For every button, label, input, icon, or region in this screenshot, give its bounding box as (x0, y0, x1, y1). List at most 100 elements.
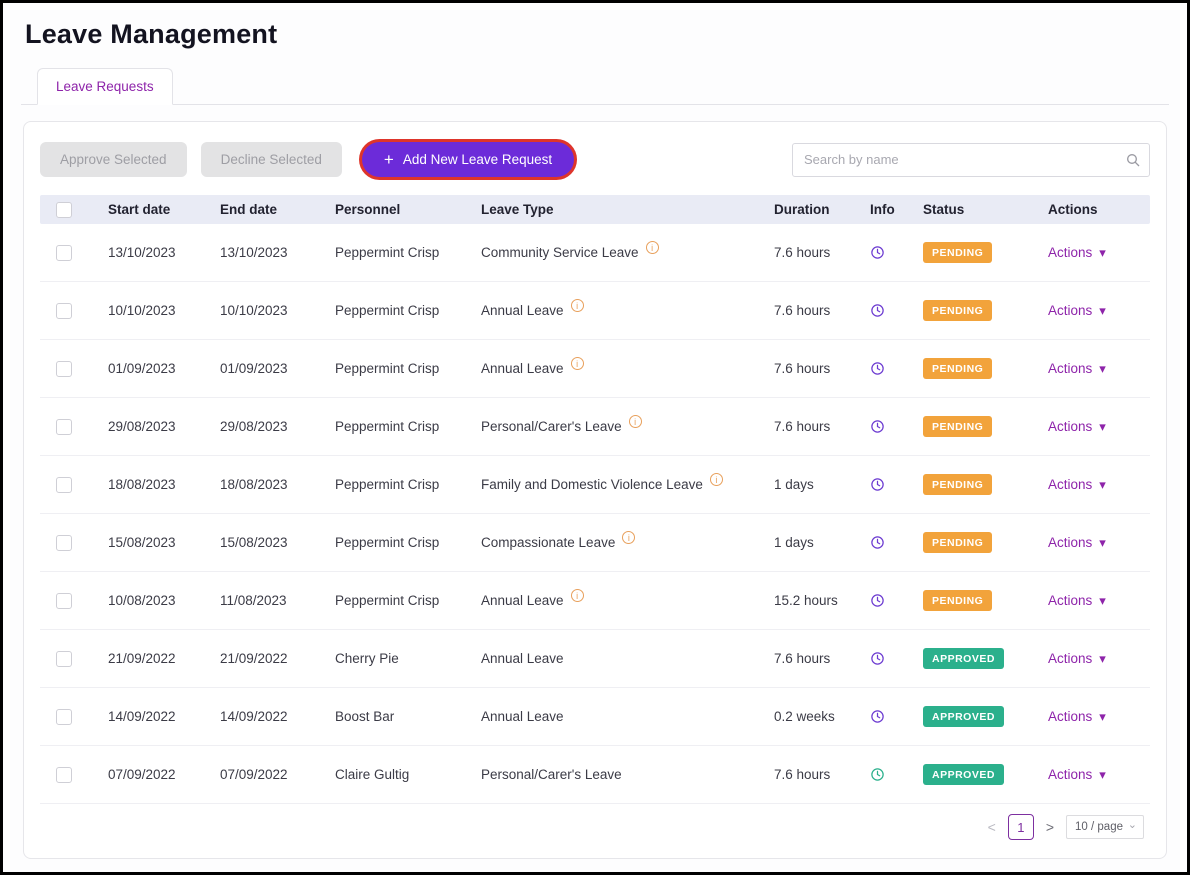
actions-cell: Actions (1048, 361, 1150, 377)
table-row: 18/08/2023 18/08/2023 Peppermint Crisp F… (40, 456, 1150, 514)
status-cell: PENDING (923, 532, 1048, 553)
start-date-cell: 10/08/2023 (108, 593, 220, 608)
header-leave-type: Leave Type (481, 202, 774, 217)
actions-cell: Actions (1048, 651, 1150, 667)
info-icon[interactable] (629, 415, 642, 428)
info-cell (870, 477, 923, 492)
leave-type-cell: Annual Leave (481, 651, 774, 666)
pagination-next-button[interactable]: > (1046, 819, 1054, 835)
leave-type-cell: Annual Leave (481, 303, 774, 318)
clock-icon[interactable] (870, 361, 885, 376)
clock-icon[interactable] (870, 245, 885, 260)
caret-down-icon (1099, 651, 1106, 667)
info-icon[interactable] (646, 241, 659, 254)
row-checkbox-cell (40, 651, 108, 667)
row-checkbox-cell (40, 477, 108, 493)
clock-icon[interactable] (870, 593, 885, 608)
leave-type-text: Family and Domestic Violence Leave (481, 477, 703, 492)
actions-label: Actions (1048, 651, 1092, 666)
start-date-cell: 18/08/2023 (108, 477, 220, 492)
row-checkbox[interactable] (56, 419, 72, 435)
status-cell: APPROVED (923, 764, 1048, 785)
info-cell (870, 419, 923, 434)
row-checkbox[interactable] (56, 361, 72, 377)
row-checkbox[interactable] (56, 767, 72, 783)
end-date-cell: 18/08/2023 (220, 477, 335, 492)
row-checkbox-cell (40, 709, 108, 725)
info-icon[interactable] (571, 589, 584, 602)
actions-dropdown[interactable]: Actions (1048, 245, 1106, 261)
clock-icon[interactable] (870, 535, 885, 550)
add-new-leave-request-button[interactable]: + Add New Leave Request (362, 142, 574, 177)
tab-leave-requests[interactable]: Leave Requests (37, 68, 173, 105)
leave-type-cell: Community Service Leave (481, 245, 774, 260)
approve-selected-button[interactable]: Approve Selected (40, 142, 187, 177)
table-header-row: Start date End date Personnel Leave Type… (40, 195, 1150, 224)
actions-dropdown[interactable]: Actions (1048, 535, 1106, 551)
actions-dropdown[interactable]: Actions (1048, 593, 1106, 609)
clock-icon[interactable] (870, 303, 885, 318)
clock-icon[interactable] (870, 709, 885, 724)
header-duration: Duration (774, 202, 870, 217)
actions-dropdown[interactable]: Actions (1048, 709, 1106, 725)
status-badge: PENDING (923, 590, 992, 611)
search-input[interactable] (792, 143, 1150, 177)
status-badge: APPROVED (923, 648, 1004, 669)
info-icon[interactable] (710, 473, 723, 486)
table-row: 01/09/2023 01/09/2023 Peppermint Crisp A… (40, 340, 1150, 398)
leave-type-cell: Personal/Carer's Leave (481, 419, 774, 434)
table-row: 07/09/2022 07/09/2022 Claire Gultig Pers… (40, 746, 1150, 804)
leave-type-cell: Personal/Carer's Leave (481, 767, 774, 782)
leave-type-text: Annual Leave (481, 361, 564, 376)
select-all-checkbox[interactable] (56, 202, 72, 218)
clock-icon[interactable] (870, 419, 885, 434)
actions-dropdown[interactable]: Actions (1048, 361, 1106, 377)
start-date-cell: 13/10/2023 (108, 245, 220, 260)
personnel-cell: Peppermint Crisp (335, 477, 481, 492)
info-cell (870, 535, 923, 550)
actions-dropdown[interactable]: Actions (1048, 477, 1106, 493)
info-icon[interactable] (622, 531, 635, 544)
start-date-cell: 15/08/2023 (108, 535, 220, 550)
status-cell: APPROVED (923, 706, 1048, 727)
header-start-date: Start date (108, 202, 220, 217)
pagination-prev-button[interactable]: < (988, 819, 996, 835)
row-checkbox-cell (40, 767, 108, 783)
duration-cell: 15.2 hours (774, 593, 870, 608)
actions-dropdown[interactable]: Actions (1048, 303, 1106, 319)
page-size-select[interactable]: 10 / page (1066, 815, 1144, 839)
actions-dropdown[interactable]: Actions (1048, 767, 1106, 783)
leave-requests-panel: Approve Selected Decline Selected + Add … (23, 121, 1167, 859)
info-icon[interactable] (571, 299, 584, 312)
duration-cell: 0.2 weeks (774, 709, 870, 724)
status-cell: PENDING (923, 242, 1048, 263)
end-date-cell: 13/10/2023 (220, 245, 335, 260)
info-cell (870, 361, 923, 376)
status-badge: PENDING (923, 300, 992, 321)
pagination-page-1[interactable]: 1 (1008, 814, 1034, 840)
info-icon[interactable] (571, 357, 584, 370)
actions-cell: Actions (1048, 477, 1150, 493)
decline-selected-button[interactable]: Decline Selected (201, 142, 342, 177)
row-checkbox[interactable] (56, 651, 72, 667)
row-checkbox[interactable] (56, 477, 72, 493)
row-checkbox[interactable] (56, 593, 72, 609)
row-checkbox[interactable] (56, 303, 72, 319)
actions-dropdown[interactable]: Actions (1048, 419, 1106, 435)
actions-cell: Actions (1048, 245, 1150, 261)
row-checkbox[interactable] (56, 709, 72, 725)
actions-label: Actions (1048, 419, 1092, 434)
clock-icon[interactable] (870, 651, 885, 666)
leave-type-cell: Compassionate Leave (481, 535, 774, 550)
table-row: 10/10/2023 10/10/2023 Peppermint Crisp A… (40, 282, 1150, 340)
clock-icon[interactable] (870, 477, 885, 492)
table-row: 13/10/2023 13/10/2023 Peppermint Crisp C… (40, 224, 1150, 282)
duration-cell: 7.6 hours (774, 651, 870, 666)
leave-type-cell: Annual Leave (481, 709, 774, 724)
actions-dropdown[interactable]: Actions (1048, 651, 1106, 667)
clock-icon[interactable] (870, 767, 885, 782)
row-checkbox[interactable] (56, 535, 72, 551)
actions-label: Actions (1048, 361, 1092, 376)
header-info: Info (870, 202, 923, 217)
row-checkbox[interactable] (56, 245, 72, 261)
